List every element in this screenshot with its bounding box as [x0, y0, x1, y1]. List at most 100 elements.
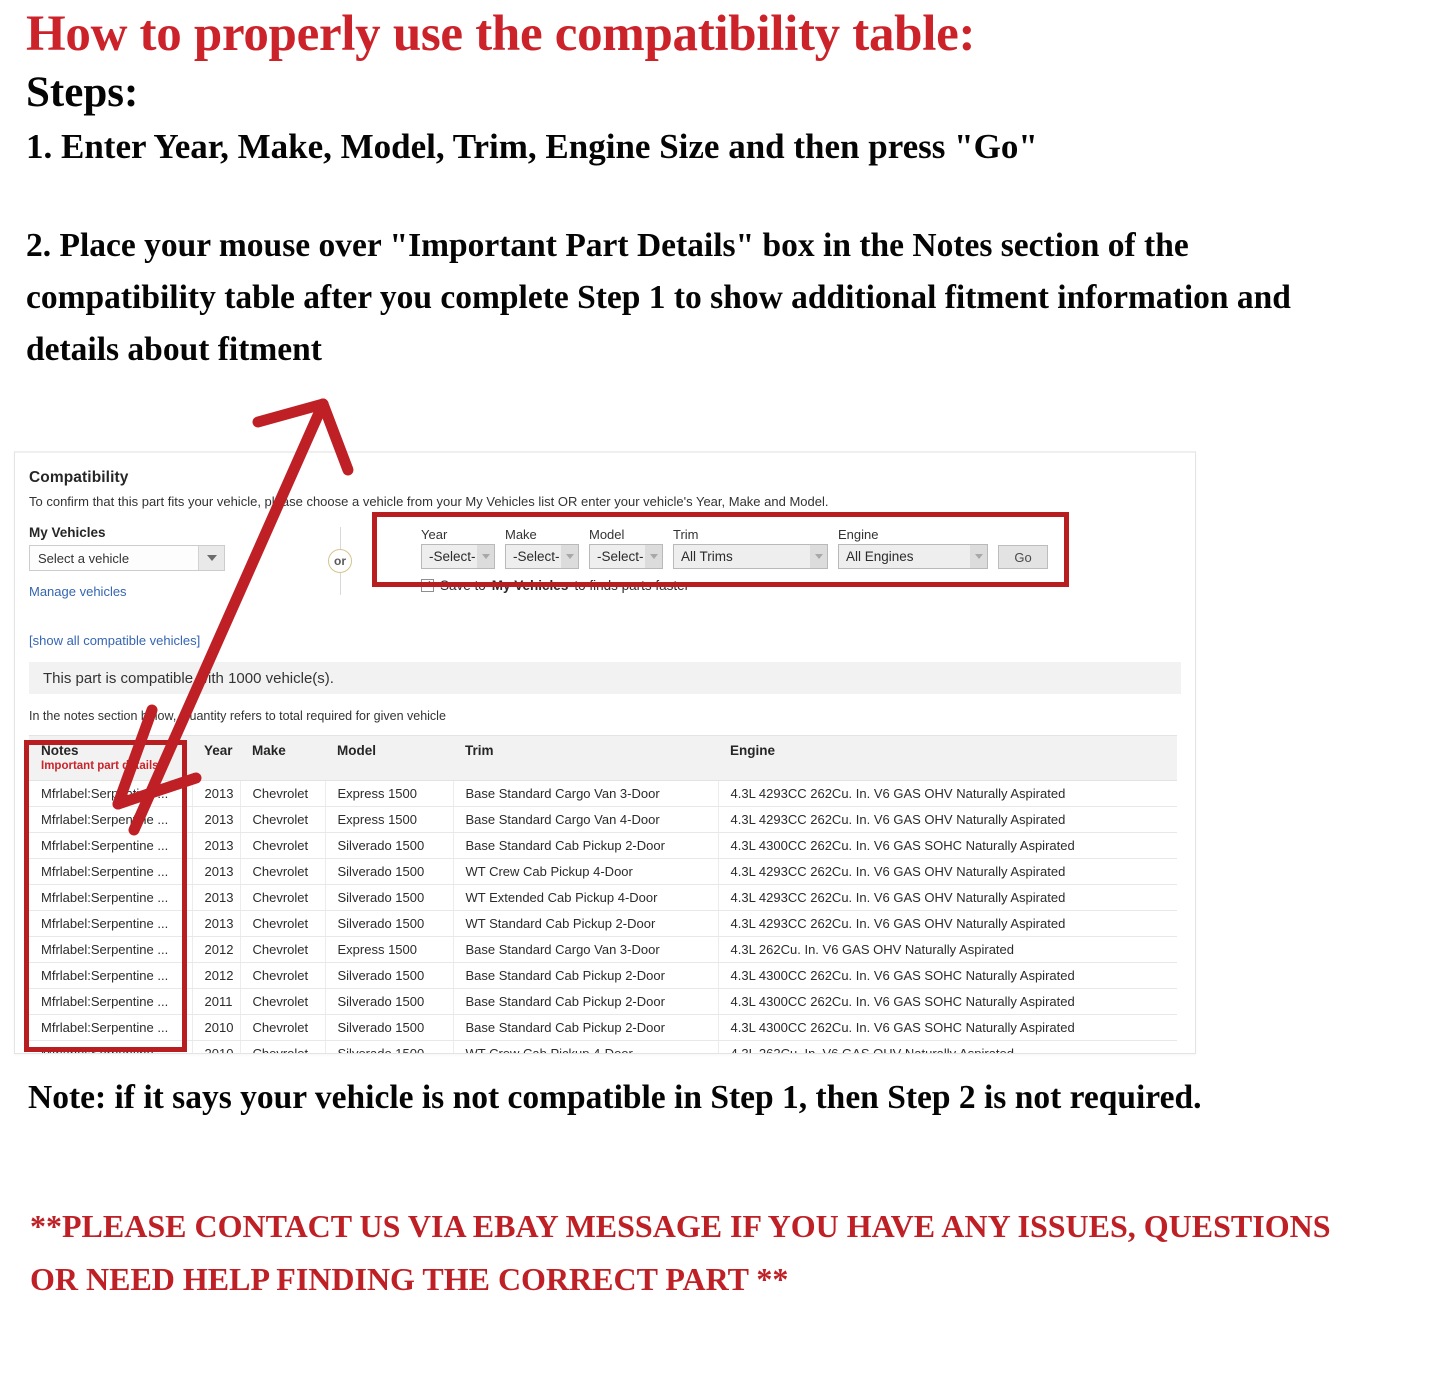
steps-label: Steps:	[26, 69, 139, 117]
engine-field: Engine All Engines	[838, 527, 988, 569]
cell-year: 2013	[192, 910, 241, 937]
cell-engine: 4.3L 262Cu. In. V6 GAS OHV Naturally Asp…	[718, 936, 1177, 963]
cell-year: 2013	[192, 884, 241, 911]
cell-trim: Base Standard Cab Pickup 2-Door	[453, 1014, 719, 1041]
engine-label: Engine	[838, 527, 879, 542]
cell-make: Chevrolet	[240, 858, 326, 885]
compatibility-subtitle: To confirm that this part fits your vehi…	[29, 494, 829, 509]
compatibility-selector-row: My Vehicles Select a vehicle Manage vehi…	[29, 525, 1181, 599]
compatibility-count-banner: This part is compatible with 1000 vehicl…	[29, 662, 1181, 694]
column-header-model: Model	[325, 735, 453, 781]
table-row: Mfrlabel:Serpentine ... 2012 Chevrolet Expr…	[29, 936, 1177, 963]
show-all-compatible-vehicles-link[interactable]: [show all compatible vehicles]	[29, 633, 1181, 648]
column-header-make: Make	[240, 735, 325, 781]
cell-engine: 4.3L 4293CC 262Cu. In. V6 GAS OHV Natura…	[718, 806, 1177, 833]
chevron-down-icon	[198, 546, 224, 570]
cell-engine: 4.3L 4293CC 262Cu. In. V6 GAS OHV Natura…	[718, 858, 1177, 885]
vehicle-finder-fields: Year -Select- Make -Select- Model -Selec…	[421, 527, 1181, 569]
cell-trim: WT Crew Cab Pickup 4-Door	[453, 1040, 719, 1053]
table-body: Mfrlabel:Serpentine ... 2013 Chevrolet Expr…	[29, 780, 1177, 1053]
instructions-header: How to properly use the compatibility ta…	[0, 0, 1445, 375]
cell-make: Chevrolet	[240, 1014, 326, 1041]
column-header-notes: Notes Important part details	[29, 735, 192, 781]
cell-model: Silverado 1500	[325, 858, 454, 885]
cell-trim: Base Standard Cargo Van 3-Door	[453, 780, 719, 807]
model-select[interactable]: -Select-	[589, 544, 663, 569]
cell-notes[interactable]: Mfrlabel:Serpentine ...	[29, 884, 193, 911]
model-value: -Select-	[597, 549, 644, 564]
cell-notes[interactable]: Mfrlabel:Serpentine ...	[29, 988, 193, 1015]
cell-notes[interactable]: Mfrlabel:Serpentine ...	[29, 1014, 193, 1041]
cell-engine: 4.3L 262Cu. In. V6 GAS OHV Naturally Asp…	[718, 1040, 1177, 1053]
cell-model: Silverado 1500	[325, 1040, 454, 1053]
cell-make: Chevrolet	[240, 936, 326, 963]
cell-model: Express 1500	[325, 806, 454, 833]
save-checkbox[interactable]: ✓	[421, 579, 434, 592]
compatibility-panel: Compatibility To confirm that this part …	[14, 451, 1196, 1054]
table-row: Mfrlabel:Serpentine ... 2013 Chevrolet Silv…	[29, 832, 1177, 859]
vehicle-select-value: Select a vehicle	[38, 550, 130, 566]
important-part-details-label: Important part details	[41, 760, 159, 772]
year-value: -Select-	[429, 549, 476, 564]
table-header-row: Notes Important part details Year Make M…	[29, 735, 1177, 781]
cell-year: 2010	[192, 1014, 241, 1041]
cell-notes[interactable]: Mfrlabel:Serpentine ...	[29, 1040, 193, 1053]
cell-notes[interactable]: Mfrlabel:Serpentine ...	[29, 780, 193, 807]
cell-notes[interactable]: Mfrlabel:Serpentine ...	[29, 962, 193, 989]
cell-make: Chevrolet	[240, 988, 326, 1015]
cell-trim: Base Standard Cargo Van 4-Door	[453, 806, 719, 833]
chevron-down-icon	[477, 545, 494, 568]
year-select[interactable]: -Select-	[421, 544, 495, 569]
my-vehicles-column: My Vehicles Select a vehicle Manage vehi…	[29, 525, 297, 599]
table-row: Mfrlabel:Serpentine ... 2011 Chevrolet Silv…	[29, 988, 1177, 1015]
step-one-text: 1. Enter Year, Make, Model, Trim, Engine…	[26, 127, 1038, 167]
engine-value: All Engines	[846, 549, 914, 564]
cell-trim: Base Standard Cargo Van 3-Door	[453, 936, 719, 963]
cell-notes[interactable]: Mfrlabel:Serpentine ...	[29, 832, 193, 859]
cell-engine: 4.3L 4300CC 262Cu. In. V6 GAS SOHC Natur…	[718, 1014, 1177, 1041]
table-row: Mfrlabel:Serpentine ... 2012 Chevrolet Silv…	[29, 962, 1177, 989]
my-vehicles-label: My Vehicles	[29, 525, 106, 540]
or-divider: or	[297, 525, 383, 595]
model-label: Model	[589, 527, 625, 542]
vehicle-select-dropdown[interactable]: Select a vehicle	[29, 545, 225, 571]
save-to-my-vehicles-row: ✓ Save to My Vehicles to finds parts fas…	[421, 578, 1181, 593]
or-badge: or	[328, 549, 352, 573]
table-row: Mfrlabel:Serpentine ... 2010 Chevrolet Silv…	[29, 1014, 1177, 1041]
go-button[interactable]: Go	[998, 545, 1048, 569]
chevron-down-icon	[810, 545, 827, 568]
cell-notes[interactable]: Mfrlabel:Serpentine ...	[29, 858, 193, 885]
save-text-pre: Save to	[440, 578, 486, 593]
cell-notes[interactable]: Mfrlabel:Serpentine ...	[29, 910, 193, 937]
cell-trim: WT Standard Cab Pickup 2-Door	[453, 910, 719, 937]
make-field: Make -Select-	[505, 527, 579, 569]
cell-year: 2011	[192, 988, 241, 1015]
save-text-bold: My Vehicles	[491, 578, 569, 593]
cell-trim: Base Standard Cab Pickup 2-Door	[453, 832, 719, 859]
make-select[interactable]: -Select-	[505, 544, 579, 569]
cell-make: Chevrolet	[240, 962, 326, 989]
cell-model: Silverado 1500	[325, 988, 454, 1015]
cell-model: Silverado 1500	[325, 962, 454, 989]
engine-select[interactable]: All Engines	[838, 544, 988, 569]
step-two-text: 2. Place your mouse over "Important Part…	[26, 226, 1291, 368]
cell-notes[interactable]: Mfrlabel:Serpentine ...	[29, 806, 193, 833]
cell-make: Chevrolet	[240, 806, 326, 833]
compatibility-table: Notes Important part details Year Make M…	[29, 735, 1177, 1053]
cell-engine: 4.3L 4300CC 262Cu. In. V6 GAS SOHC Natur…	[718, 832, 1177, 859]
cell-year: 2013	[192, 780, 241, 807]
cell-year: 2012	[192, 936, 241, 963]
cell-year: 2013	[192, 858, 241, 885]
cell-notes[interactable]: Mfrlabel:Serpentine ...	[29, 936, 193, 963]
trim-select[interactable]: All Trims	[673, 544, 828, 569]
trim-field: Trim All Trims	[673, 527, 828, 569]
cell-trim: Base Standard Cab Pickup 2-Door	[453, 988, 719, 1015]
vehicle-finder-form: Year -Select- Make -Select- Model -Selec…	[383, 525, 1181, 593]
cell-make: Chevrolet	[240, 780, 326, 807]
cell-trim: Base Standard Cab Pickup 2-Door	[453, 962, 719, 989]
table-row: Mfrlabel:Serpentine ... 2013 Chevrolet Expr…	[29, 780, 1177, 807]
cell-model: Express 1500	[325, 780, 454, 807]
year-field: Year -Select-	[421, 527, 495, 569]
table-row: Mfrlabel:Serpentine ... 2013 Chevrolet Silv…	[29, 858, 1177, 885]
manage-vehicles-link[interactable]: Manage vehicles	[29, 584, 297, 599]
